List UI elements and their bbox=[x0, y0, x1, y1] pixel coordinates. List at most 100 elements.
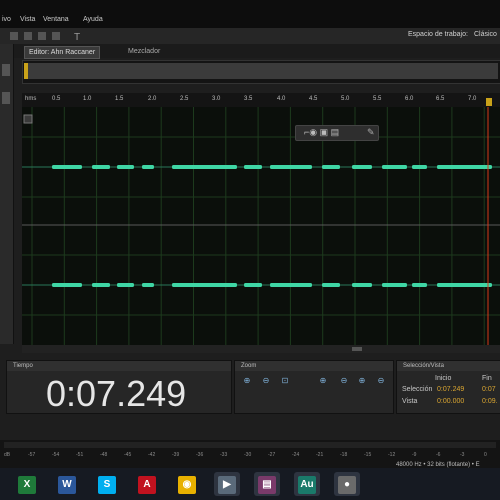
zoom-panel-title: Zoom bbox=[235, 361, 393, 371]
meter-tick: -9 bbox=[412, 452, 417, 458]
ruler-tick: 7.0 bbox=[468, 96, 477, 102]
horizontal-scrollbar[interactable] bbox=[22, 345, 500, 353]
waveform-segment bbox=[382, 283, 407, 287]
meter-tick: -36 bbox=[196, 452, 204, 458]
audition-icon: Au bbox=[298, 476, 316, 494]
files-panel-handle[interactable] bbox=[2, 92, 10, 104]
taskbar-app-button[interactable]: ● bbox=[334, 472, 360, 496]
meter-tick: -24 bbox=[292, 452, 300, 458]
tab-editor[interactable]: Editor: Ahn Raccaner bbox=[24, 46, 101, 59]
meter-tick: -45 bbox=[124, 452, 132, 458]
selection-row-label: Selección bbox=[402, 386, 433, 393]
svg-text:T: T bbox=[74, 32, 80, 41]
zoom-out-amplitude-icon[interactable]: ⊖ bbox=[259, 376, 273, 386]
time-panel-title: Tiempo bbox=[7, 361, 231, 371]
view-start-value[interactable]: 0:00.000 bbox=[437, 398, 464, 405]
waveform-segment bbox=[142, 165, 154, 169]
winrar-icon: ▤ bbox=[258, 476, 276, 494]
tab-mixer[interactable]: Mezclador bbox=[124, 46, 164, 57]
taskbar-app-button[interactable]: W bbox=[54, 472, 80, 496]
hud-toggle-icon[interactable] bbox=[23, 114, 33, 124]
meter-tick: -3 bbox=[460, 452, 465, 458]
col-start-header: Inicio bbox=[435, 375, 452, 382]
hud-pin-icon[interactable]: ✎ bbox=[367, 127, 375, 138]
ruler-tick: 4.0 bbox=[277, 96, 286, 102]
waveform-segment bbox=[117, 165, 134, 169]
meter-tick: -27 bbox=[268, 452, 276, 458]
files-panel-handle[interactable] bbox=[2, 64, 10, 76]
ruler-tick: 1.5 bbox=[115, 96, 124, 102]
menu-item-file[interactable]: ivo bbox=[2, 16, 11, 23]
zoom-in-point-icon[interactable]: ⊕ bbox=[355, 376, 369, 386]
media-player-icon: ▶ bbox=[218, 476, 236, 494]
selection-start-value[interactable]: 0:07.249 bbox=[437, 386, 464, 393]
taskbar-app-button[interactable]: S bbox=[94, 472, 120, 496]
ruler-tick: 5.0 bbox=[341, 96, 350, 102]
ruler-tick: 5.5 bbox=[373, 96, 382, 102]
meter-tick: -33 bbox=[220, 452, 228, 458]
zoom-out-time-icon[interactable]: ⊖ bbox=[337, 376, 351, 386]
taskbar-app-button[interactable]: ▶ bbox=[214, 472, 240, 496]
workspace-select[interactable]: Clásico bbox=[474, 31, 497, 38]
meter-tick: -48 bbox=[100, 452, 108, 458]
chrome-icon: ◉ bbox=[178, 476, 196, 494]
waveform-segment bbox=[437, 283, 492, 287]
waveform-display[interactable]: ⌐◉ ▣ ▤ ✎ bbox=[22, 107, 500, 345]
view-end-value[interactable]: 0:09. bbox=[482, 398, 498, 405]
zoom-out-point-icon[interactable]: ⊖ bbox=[374, 376, 388, 386]
ruler-tick: 6.5 bbox=[436, 96, 445, 102]
ruler-tick: 2.5 bbox=[180, 96, 189, 102]
waveform-segment bbox=[270, 283, 312, 287]
waveform-segment bbox=[322, 165, 340, 169]
hud-icons: ⌐◉ ▣ ▤ bbox=[304, 127, 340, 137]
toolbar-tools[interactable]: T bbox=[8, 31, 98, 41]
waveform-segment bbox=[142, 283, 154, 287]
files-panel bbox=[0, 44, 14, 344]
waveform-segment bbox=[270, 165, 312, 169]
camtasia-icon: ● bbox=[338, 476, 356, 494]
taskbar-app-button[interactable]: ◉ bbox=[174, 472, 200, 496]
ruler-tick: 3.5 bbox=[244, 96, 253, 102]
workspace-label: Espacio de trabajo: bbox=[408, 31, 468, 38]
meter-tick: -39 bbox=[172, 452, 180, 458]
waveform-segment bbox=[172, 283, 237, 287]
waveform-segment bbox=[437, 165, 492, 169]
meter-tick: -6 bbox=[436, 452, 441, 458]
time-ruler[interactable]: hms 0.5 1.0 1.5 2.0 2.5 3.0 3.5 4.0 4.5 … bbox=[22, 93, 500, 107]
playhead-marker-icon[interactable] bbox=[486, 98, 492, 106]
taskbar-app-button[interactable]: X bbox=[14, 472, 40, 496]
meter-tick: dB bbox=[4, 452, 11, 458]
time-display: 0:07.249 bbox=[46, 373, 187, 414]
meter-tick: -15 bbox=[364, 452, 372, 458]
taskbar-app-button[interactable]: Au bbox=[294, 472, 320, 496]
meter-tick: -21 bbox=[316, 452, 324, 458]
taskbar-app-button[interactable]: A bbox=[134, 472, 160, 496]
scrollbar-thumb[interactable] bbox=[352, 347, 362, 351]
view-row-label: Vista bbox=[402, 398, 418, 405]
menu-item-window[interactable]: Ventana bbox=[43, 16, 69, 23]
excel-icon: X bbox=[18, 476, 36, 494]
col-end-header: Fin bbox=[482, 375, 492, 382]
waveform-segment bbox=[412, 165, 427, 169]
ruler-tick: 6.0 bbox=[405, 96, 414, 102]
editor-tabs: Editor: Ahn Raccaner Mezclador bbox=[14, 44, 500, 59]
zoom-full-icon[interactable]: ⊡ bbox=[278, 376, 292, 386]
zoom-panel: Zoom bbox=[234, 360, 394, 414]
zoom-in-time-icon[interactable]: ⊕ bbox=[316, 376, 330, 386]
zoom-in-amplitude-icon[interactable]: ⊕ bbox=[240, 376, 254, 386]
waveform-segment bbox=[117, 283, 134, 287]
acrobat-icon: A bbox=[138, 476, 156, 494]
toolbar: T Espacio de trabajo: Clásico bbox=[0, 28, 500, 45]
taskbar-app-button[interactable]: ▤ bbox=[254, 472, 280, 496]
overview-handle[interactable] bbox=[24, 63, 28, 79]
ruler-tick: 2.0 bbox=[148, 96, 157, 102]
waveform-svg bbox=[22, 107, 500, 345]
menu-item-help[interactable]: Ayuda bbox=[83, 16, 103, 23]
meter-tick: -51 bbox=[76, 452, 84, 458]
selection-end-value[interactable]: 0:07 bbox=[482, 386, 496, 393]
meter-tick: -18 bbox=[340, 452, 348, 458]
menu-item-view[interactable]: Vista bbox=[20, 16, 35, 23]
overview-range[interactable] bbox=[24, 63, 498, 79]
level-meter: dB -57 -54 -51 -48 -45 -42 -39 -36 -33 -30 -27 -24 -2… bbox=[0, 440, 500, 468]
meter-tick: -12 bbox=[388, 452, 396, 458]
